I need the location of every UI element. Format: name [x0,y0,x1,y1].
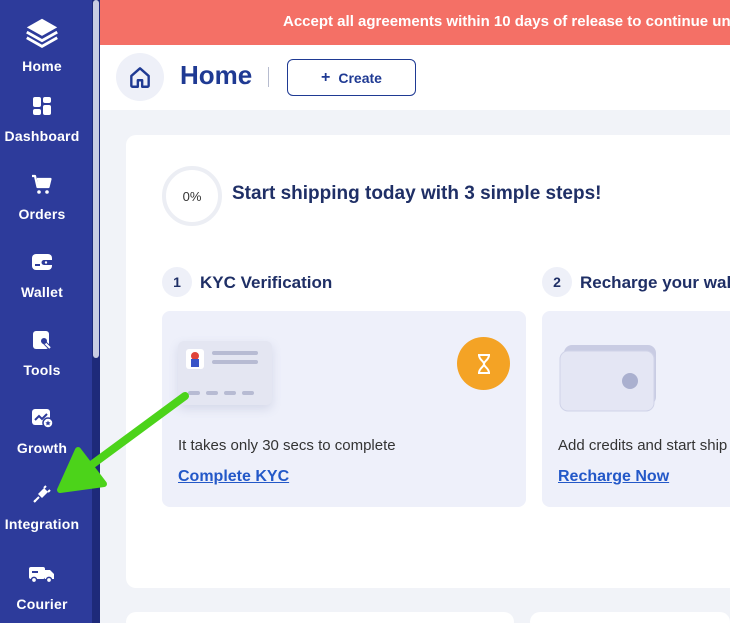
banner-text: Accept all agreements within 10 days of … [283,13,730,30]
agreement-banner[interactable]: Accept all agreements within 10 days of … [100,0,730,45]
sidebar-item-tools[interactable]: Tools [0,326,84,378]
complete-kyc-link[interactable]: Complete KYC [178,468,289,486]
sidebar-item-label: Wallet [21,284,63,300]
kyc-tile[interactable]: It takes only 30 secs to complete Comple… [162,311,526,507]
sidebar-item-home[interactable]: Home [0,14,84,74]
sidebar-item-growth[interactable]: Growth [0,404,84,456]
create-button-label: Create [338,69,382,86]
sidebar-item-dashboard[interactable]: Dashboard [0,92,84,144]
sidebar-item-label: Tools [23,362,61,378]
sidebar: Home Dashboard Orders Wallet Tools Growt… [0,0,100,623]
plus-icon: + [321,68,331,86]
bottom-card-right [530,612,730,623]
sidebar-item-label: Growth [16,440,68,456]
recharge-description: Add credits and start ship [558,437,728,454]
growth-icon [28,404,56,432]
truck-icon [28,560,56,588]
plug-icon [28,480,56,508]
sidebar-item-label: Home [22,58,62,74]
sidebar-item-orders[interactable]: Orders [0,170,84,222]
tools-icon [28,326,56,354]
bottom-card-left [126,612,514,623]
wallet-icon [28,248,56,276]
dashboard-icon [28,92,56,120]
hourglass-icon [457,337,510,390]
progress-indicator: 0% [162,166,222,226]
step-number: 1 [162,267,192,297]
sidebar-item-label: Integration [4,516,80,532]
cart-icon [28,170,56,198]
recharge-tile[interactable]: Add credits and start ship Recharge Now [542,311,730,507]
step-title-recharge: Recharge your walle [580,273,730,292]
create-button[interactable]: + Create [287,59,416,96]
sidebar-item-label: Dashboard [4,128,80,144]
sidebar-item-wallet[interactable]: Wallet [0,248,84,300]
step-title-kyc: KYC Verification [200,273,333,292]
page-title: Home [180,60,253,90]
sidebar-item-label: Courier [16,596,68,612]
id-card-illustration [178,341,272,405]
header-divider [268,67,269,87]
home-icon [116,53,164,101]
step-number: 2 [542,267,572,297]
sidebar-item-label: Orders [18,206,66,222]
sidebar-item-integration[interactable]: Integration [0,480,84,532]
sidebar-scrollbar-thumb[interactable] [93,0,99,358]
logo-cube-icon [22,14,62,54]
onboarding-title: Start shipping today with 3 simple steps… [232,183,602,204]
wallet-illustration [558,341,658,413]
page-header: Home + Create [100,45,730,110]
onboarding-card: 0% Start shipping today with 3 simple st… [126,135,730,588]
kyc-description: It takes only 30 secs to complete [178,437,396,454]
recharge-now-link[interactable]: Recharge Now [558,468,669,486]
sidebar-item-courier[interactable]: Courier [0,560,84,612]
